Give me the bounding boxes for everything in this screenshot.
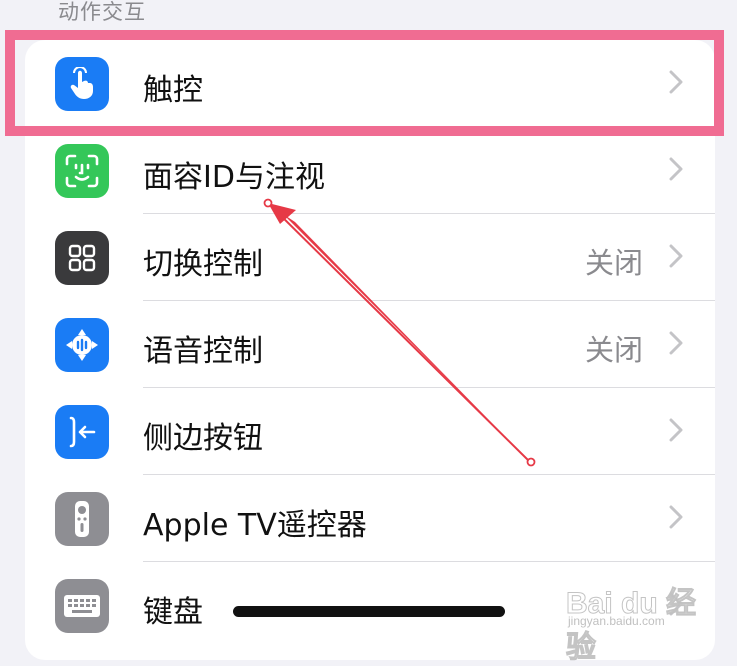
home-indicator[interactable]: [233, 606, 505, 617]
watermark-sub: jingyan.baidu.com: [568, 614, 665, 628]
annotation-arrow: [263, 198, 536, 467]
baidu-watermark: Bai du 经验 jingyan.baidu.com: [566, 572, 706, 665]
